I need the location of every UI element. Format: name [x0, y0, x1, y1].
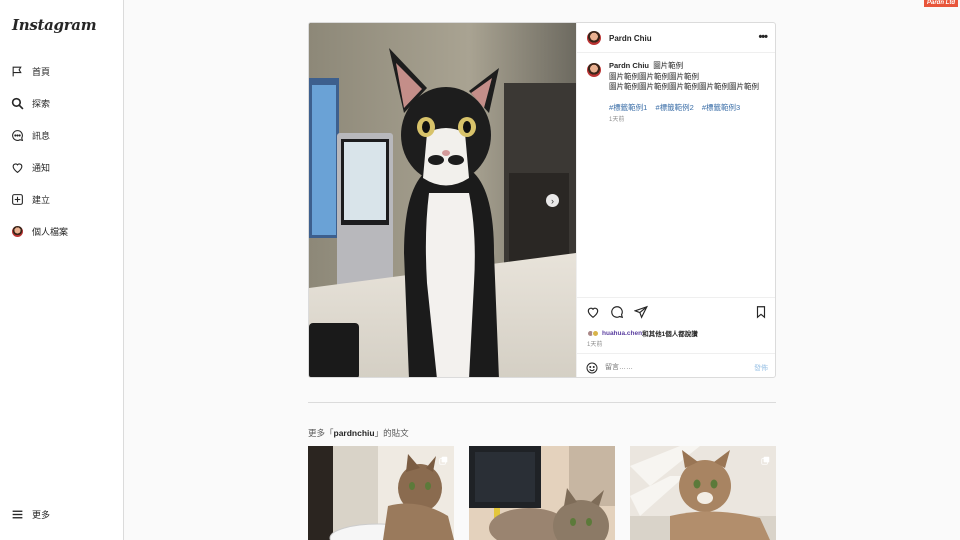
sidebar-item-label: 建立 — [32, 194, 51, 205]
brand-badge: Pardn Ltd — [924, 0, 958, 7]
likes-summary[interactable]: huahua.chen 和其他1個人都說讚 — [587, 328, 698, 338]
sidebar-item-messages[interactable]: 訊息 — [10, 125, 50, 145]
caption-author[interactable]: Pardn Chiu — [609, 61, 649, 70]
sidebar-item-label: 首頁 — [32, 66, 51, 77]
sidebar-item-label: 個人檔案 — [32, 226, 69, 237]
like-icon[interactable] — [586, 305, 600, 319]
search-icon — [10, 96, 24, 110]
post-header: Pardn Chiu ••• — [577, 23, 775, 53]
emoji-icon[interactable] — [586, 361, 598, 374]
author-username[interactable]: Pardn Chiu — [609, 34, 652, 43]
more-posts-prefix: 更多「 — [308, 428, 334, 438]
share-icon[interactable] — [633, 305, 648, 319]
caption-line-3: 圖片範例圖片範例圖片範例圖片範例圖片範例 — [609, 82, 759, 91]
more-posts-title: 更多「pardnchiu」的貼文 — [308, 427, 409, 439]
caption-line-1: Pardn Chiu 圖片範例 — [609, 61, 769, 72]
multiple-photos-icon — [439, 452, 448, 465]
comment-icon[interactable] — [610, 305, 624, 319]
post-card: › Pardn Chiu ••• Pardn Chiu 圖片範例 圖片範例圖片範… — [308, 22, 776, 378]
section-divider — [308, 402, 776, 403]
comment-input[interactable] — [605, 361, 745, 373]
more-posts-suffix: 」的貼文 — [374, 428, 409, 438]
sidebar-item-label: 更多 — [32, 509, 51, 520]
liker-username[interactable]: huahua.chen — [602, 330, 642, 337]
more-post-thumbnail-1[interactable] — [308, 446, 454, 540]
multiple-photos-icon — [761, 452, 770, 465]
sidebar-item-notifications[interactable]: 通知 — [10, 157, 50, 177]
post-sidebar: Pardn Chiu ••• Pardn Chiu 圖片範例 圖片範例圖片範例圖… — [576, 23, 775, 377]
thumbnail-photo — [630, 446, 776, 540]
sidebar-item-label: 通知 — [32, 162, 51, 173]
menu-icon — [10, 507, 24, 521]
profile-avatar — [11, 225, 23, 237]
liker-avatar-2 — [592, 329, 599, 337]
hashtags: #標籤範例1 #標籤範例2 #標籤範例3 — [609, 102, 746, 113]
post-timestamp: 1天前 — [587, 342, 603, 348]
next-photo-button[interactable]: › — [546, 194, 559, 207]
sidebar-item-home[interactable]: 首頁 — [10, 61, 50, 81]
hashtag-2[interactable]: #標籤範例2 — [655, 103, 693, 112]
more-posts-username[interactable]: pardnchiu — [334, 428, 375, 438]
post-comment-button[interactable]: 發佈 — [754, 363, 768, 373]
hashtag-3[interactable]: #標籤範例3 — [702, 103, 740, 112]
thumbnail-photo — [308, 446, 454, 540]
caption-author-avatar[interactable] — [587, 63, 601, 77]
bookmark-icon[interactable] — [754, 305, 768, 319]
caption-text-1: 圖片範例 — [653, 61, 684, 70]
sidebar-item-label: 探索 — [32, 98, 51, 109]
thumbnail-photo — [469, 446, 615, 540]
messages-icon — [10, 128, 24, 142]
profile-icon-wrap — [10, 224, 24, 238]
create-icon — [10, 192, 24, 206]
sidebar-item-explore[interactable]: 探索 — [10, 93, 50, 113]
sidebar-item-label: 訊息 — [32, 130, 51, 141]
caption-timestamp: 1天前 — [609, 117, 625, 123]
post-caption: Pardn Chiu 圖片範例 圖片範例圖片範例圖片範例 圖片範例圖片範例圖片範… — [609, 61, 769, 93]
instagram-logo[interactable]: Instagram — [12, 16, 97, 34]
sidebar-item-create[interactable]: 建立 — [10, 189, 50, 209]
more-post-thumbnail-2[interactable] — [469, 446, 615, 540]
more-options-icon[interactable]: ••• — [758, 31, 768, 43]
sidebar-item-more[interactable]: 更多 — [10, 504, 50, 524]
cat-photo — [309, 23, 576, 377]
sidebar: Instagram 首頁 探索 訊息 通知 建立 個人檔案 更多 — [0, 0, 124, 540]
sidebar-item-profile[interactable]: 個人檔案 — [10, 221, 68, 241]
comment-bar: 發佈 — [577, 353, 775, 377]
heart-icon — [10, 160, 24, 174]
more-post-thumbnail-3[interactable] — [630, 446, 776, 540]
post-photo[interactable]: › — [309, 23, 576, 377]
hashtag-1[interactable]: #標籤範例1 — [609, 103, 647, 112]
post-actions — [577, 297, 775, 321]
author-avatar[interactable] — [587, 31, 601, 45]
likes-suffix: 和其他1個人都說讚 — [642, 331, 698, 338]
caption-line-2: 圖片範例圖片範例圖片範例 — [609, 71, 699, 81]
home-icon — [10, 64, 24, 78]
